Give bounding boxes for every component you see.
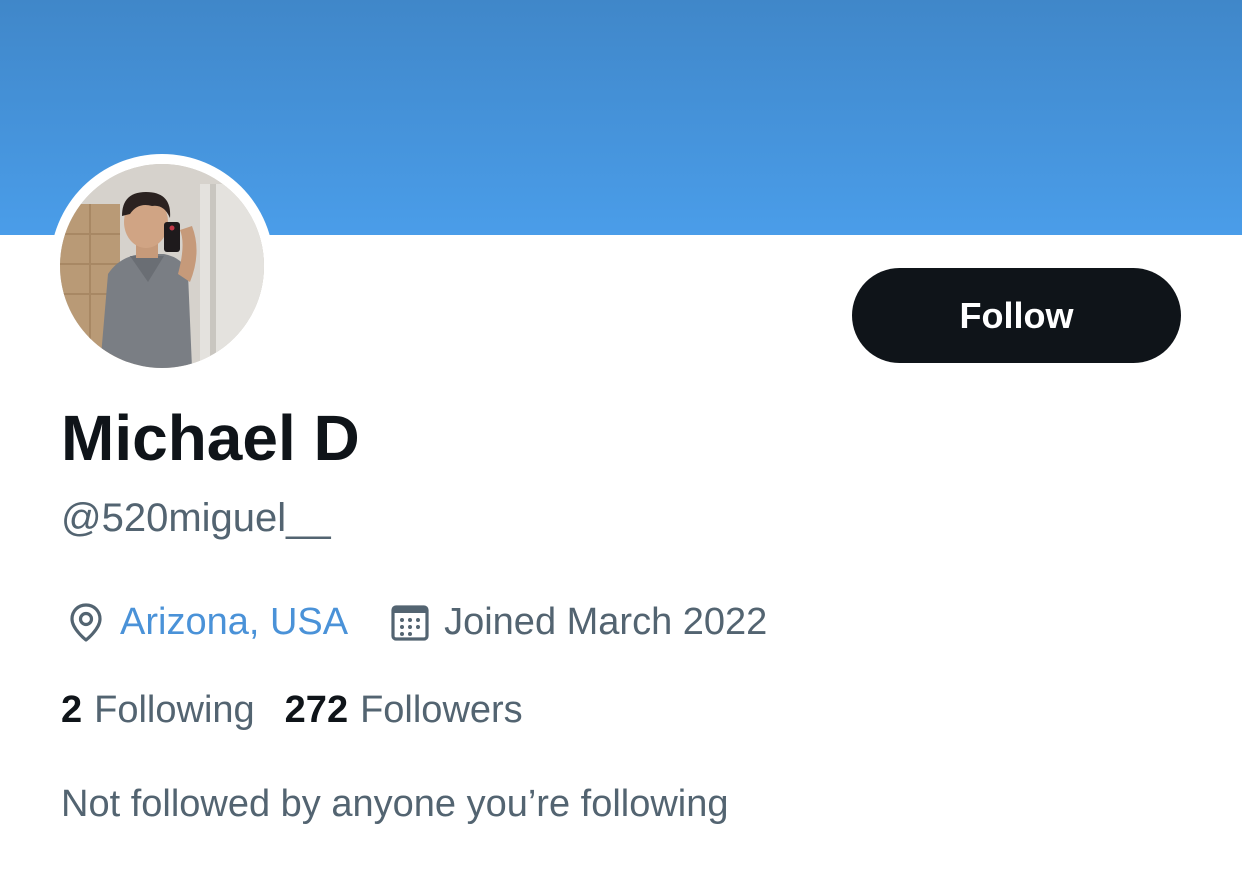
followers-link[interactable]: 272 Followers — [285, 689, 523, 732]
following-label: Following — [94, 688, 255, 731]
calendar-icon — [388, 600, 432, 644]
joined-item: Joined March 2022 — [388, 596, 767, 648]
display-name: Michael D — [61, 402, 360, 474]
followers-count: 272 — [284, 688, 349, 731]
avatar[interactable] — [60, 164, 264, 368]
follow-stats: 2 Following 272 Followers — [61, 684, 553, 736]
following-count: 2 — [61, 688, 83, 731]
joined-date: Joined March 2022 — [444, 601, 768, 643]
location-link[interactable]: Arizona, USA — [120, 596, 348, 648]
profile-meta: Arizona, USA Joined March 2022 — [64, 596, 807, 648]
follow-button[interactable]: Follow — [852, 268, 1181, 363]
profile-page: Follow Michael D @520miguel__ Arizona, U… — [0, 0, 1242, 869]
location-item: Arizona, USA — [64, 596, 348, 648]
user-handle: @520miguel__ — [61, 496, 331, 540]
following-link[interactable]: 2 Following — [61, 689, 255, 732]
avatar-photo — [60, 164, 264, 368]
social-context-text: Not followed by anyone you’re following — [61, 783, 729, 825]
location-pin-icon — [64, 600, 108, 644]
followers-label: Followers — [360, 688, 523, 731]
